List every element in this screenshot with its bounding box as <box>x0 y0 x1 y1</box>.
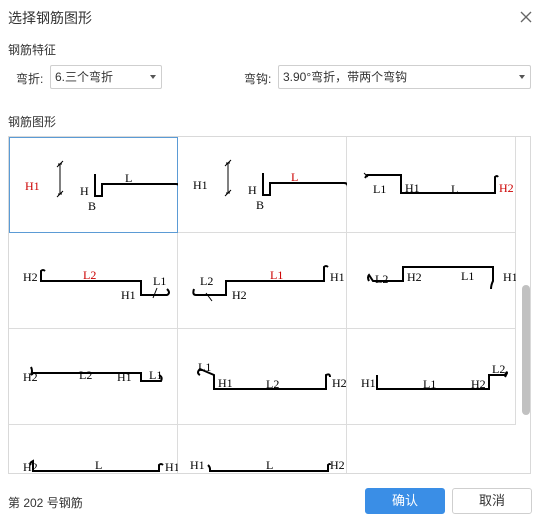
dimension-label: B <box>88 199 96 213</box>
dimension-label: L <box>125 171 132 185</box>
rebar-features-heading: 钢筋特征 <box>8 43 57 57</box>
rebar-shape-drawing: H2 L2 H1 L1 <box>23 366 163 384</box>
dimension-label: H1 <box>117 370 132 384</box>
dimension-label: L1 <box>198 360 211 374</box>
dimension-label: H2 <box>332 376 347 390</box>
shape-cell[interactable]: H1 L1 H2 L2 <box>347 329 516 425</box>
rebar-shape-drawing: H1 L H2 <box>190 458 345 472</box>
dimension-label: H1 <box>190 458 205 472</box>
dimension-label: H1 <box>165 460 178 474</box>
shape-number-text: 第 202 号钢筋 <box>8 496 83 510</box>
dimension-label: H2 <box>471 377 486 391</box>
dimension-label: H2 <box>23 370 38 384</box>
dimension-label: L2 <box>79 368 92 382</box>
rebar-line <box>192 265 329 296</box>
rebar-line <box>262 173 347 196</box>
dimension-label: L1 <box>149 368 162 382</box>
rebar-shape-drawing: L1 H1 L2 H2 <box>197 360 347 391</box>
dimension-label: H1 <box>193 178 208 192</box>
dimension-label: H1 <box>503 270 516 284</box>
dimension-label: L2 <box>200 274 213 288</box>
close-icon[interactable] <box>517 8 535 26</box>
bend-select[interactable]: 6.三个弯折 <box>50 65 162 89</box>
dimension-label: H2 <box>23 460 38 474</box>
bend-label: 弯折: <box>16 72 44 86</box>
scrollbar-thumb[interactable] <box>522 285 530 415</box>
rebar-shape-drawing: L2 H2 L1 H1 <box>367 266 516 290</box>
shape-cell[interactable]: H2 L2 H1 L1 <box>9 329 178 425</box>
dimension-label: H2 <box>499 181 514 195</box>
rebar-line <box>30 366 163 382</box>
rebar-line <box>94 174 179 197</box>
chevron-down-icon <box>519 75 525 79</box>
shape-grid: H1 H B L H1 H B L L1 H1 L H2 H2 L2 L1 H1 L2 L1 H1 H2 L2 H2 L1 H… <box>8 136 531 474</box>
dimension-label: H1 <box>25 179 40 193</box>
scrollbar[interactable] <box>521 137 530 473</box>
dimension-label: H1 <box>330 270 345 284</box>
select-rebar-shape-dialog: 选择钢筋图形 钢筋特征 弯折: 6.三个弯折 弯钩: 3.90°弯折，带两个弯钩… <box>0 0 545 528</box>
dimension-label: L1 <box>461 269 474 283</box>
rebar-shape-drawing: H2 L H1 <box>23 458 178 474</box>
bend-select-value: 6.三个弯折 <box>55 70 114 84</box>
dimension-label: H2 <box>23 270 38 284</box>
dimension-label: H1 <box>361 376 376 390</box>
dimension-label: L1 <box>270 268 283 282</box>
rebar-shape-drawing: L1 H1 L H2 <box>363 172 514 196</box>
dimension-marker <box>56 160 64 198</box>
dimension-label: H1 <box>121 288 136 302</box>
dimension-label: L <box>451 182 458 196</box>
dimension-label: H <box>80 184 89 198</box>
rebar-shape-drawing: H1 HB L <box>25 160 179 213</box>
rebar-line <box>40 269 170 296</box>
shape-cell[interactable]: H1 H B L <box>178 137 347 233</box>
dimension-label: L2 <box>375 272 388 286</box>
chevron-down-icon <box>150 75 156 79</box>
shape-cell[interactable]: H2 L2 L1 H1 <box>9 233 178 329</box>
rebar-shape-drawing: H2 L2 L1 H1 <box>23 268 170 302</box>
shape-cell[interactable]: L2 H2 L1 H1 <box>347 233 516 329</box>
rebar-shape-drawing: H1 HB L <box>193 159 347 212</box>
dimension-marker <box>224 159 232 197</box>
dimension-label: L1 <box>153 274 166 288</box>
dimension-label: H2 <box>330 458 345 472</box>
rebar-shape-drawing: L2 L1 H1 H2 <box>192 265 345 302</box>
dimension-label: L <box>291 170 298 184</box>
shape-cell[interactable]: H1 H B L <box>9 137 179 233</box>
dimension-label: B <box>256 198 264 212</box>
rebar-shape-drawing: H1 L1 H2 L2 <box>361 362 509 391</box>
dimension-label: L <box>266 458 273 472</box>
rebar-line <box>376 371 509 390</box>
dimension-label: L1 <box>423 377 436 391</box>
shape-cell[interactable]: L1 H1 L H2 <box>347 137 516 233</box>
dimension-label: H1 <box>218 376 233 390</box>
shape-cell[interactable]: L1 H1 L2 H2 <box>178 329 347 425</box>
rebar-shapes-heading: 钢筋图形 <box>8 115 57 129</box>
dimension-label: L2 <box>492 362 505 376</box>
dimension-label: H <box>248 183 257 197</box>
cancel-button[interactable]: 取消 <box>452 488 532 514</box>
dimension-label: L <box>95 458 102 472</box>
shape-cell[interactable]: H2 L H1 <box>9 425 178 474</box>
dimension-label: H1 <box>405 181 420 195</box>
dialog-title: 选择钢筋图形 <box>8 10 92 26</box>
dimension-label: L2 <box>83 268 96 282</box>
dimension-label: L1 <box>373 182 386 196</box>
dimension-label: H2 <box>232 288 247 302</box>
dimension-label: L2 <box>266 377 279 391</box>
hook-select-value: 3.90°弯折，带两个弯钩 <box>283 70 408 84</box>
dimension-label: H2 <box>407 270 422 284</box>
shape-cell[interactable]: H1 L H2 <box>178 425 347 473</box>
hook-select[interactable]: 3.90°弯折，带两个弯钩 <box>278 65 531 89</box>
hook-label: 弯钩: <box>244 72 272 86</box>
shape-cell[interactable]: L2 L1 H1 H2 <box>178 233 347 329</box>
dimension-marker <box>152 287 158 299</box>
confirm-button[interactable]: 确认 <box>365 488 445 514</box>
